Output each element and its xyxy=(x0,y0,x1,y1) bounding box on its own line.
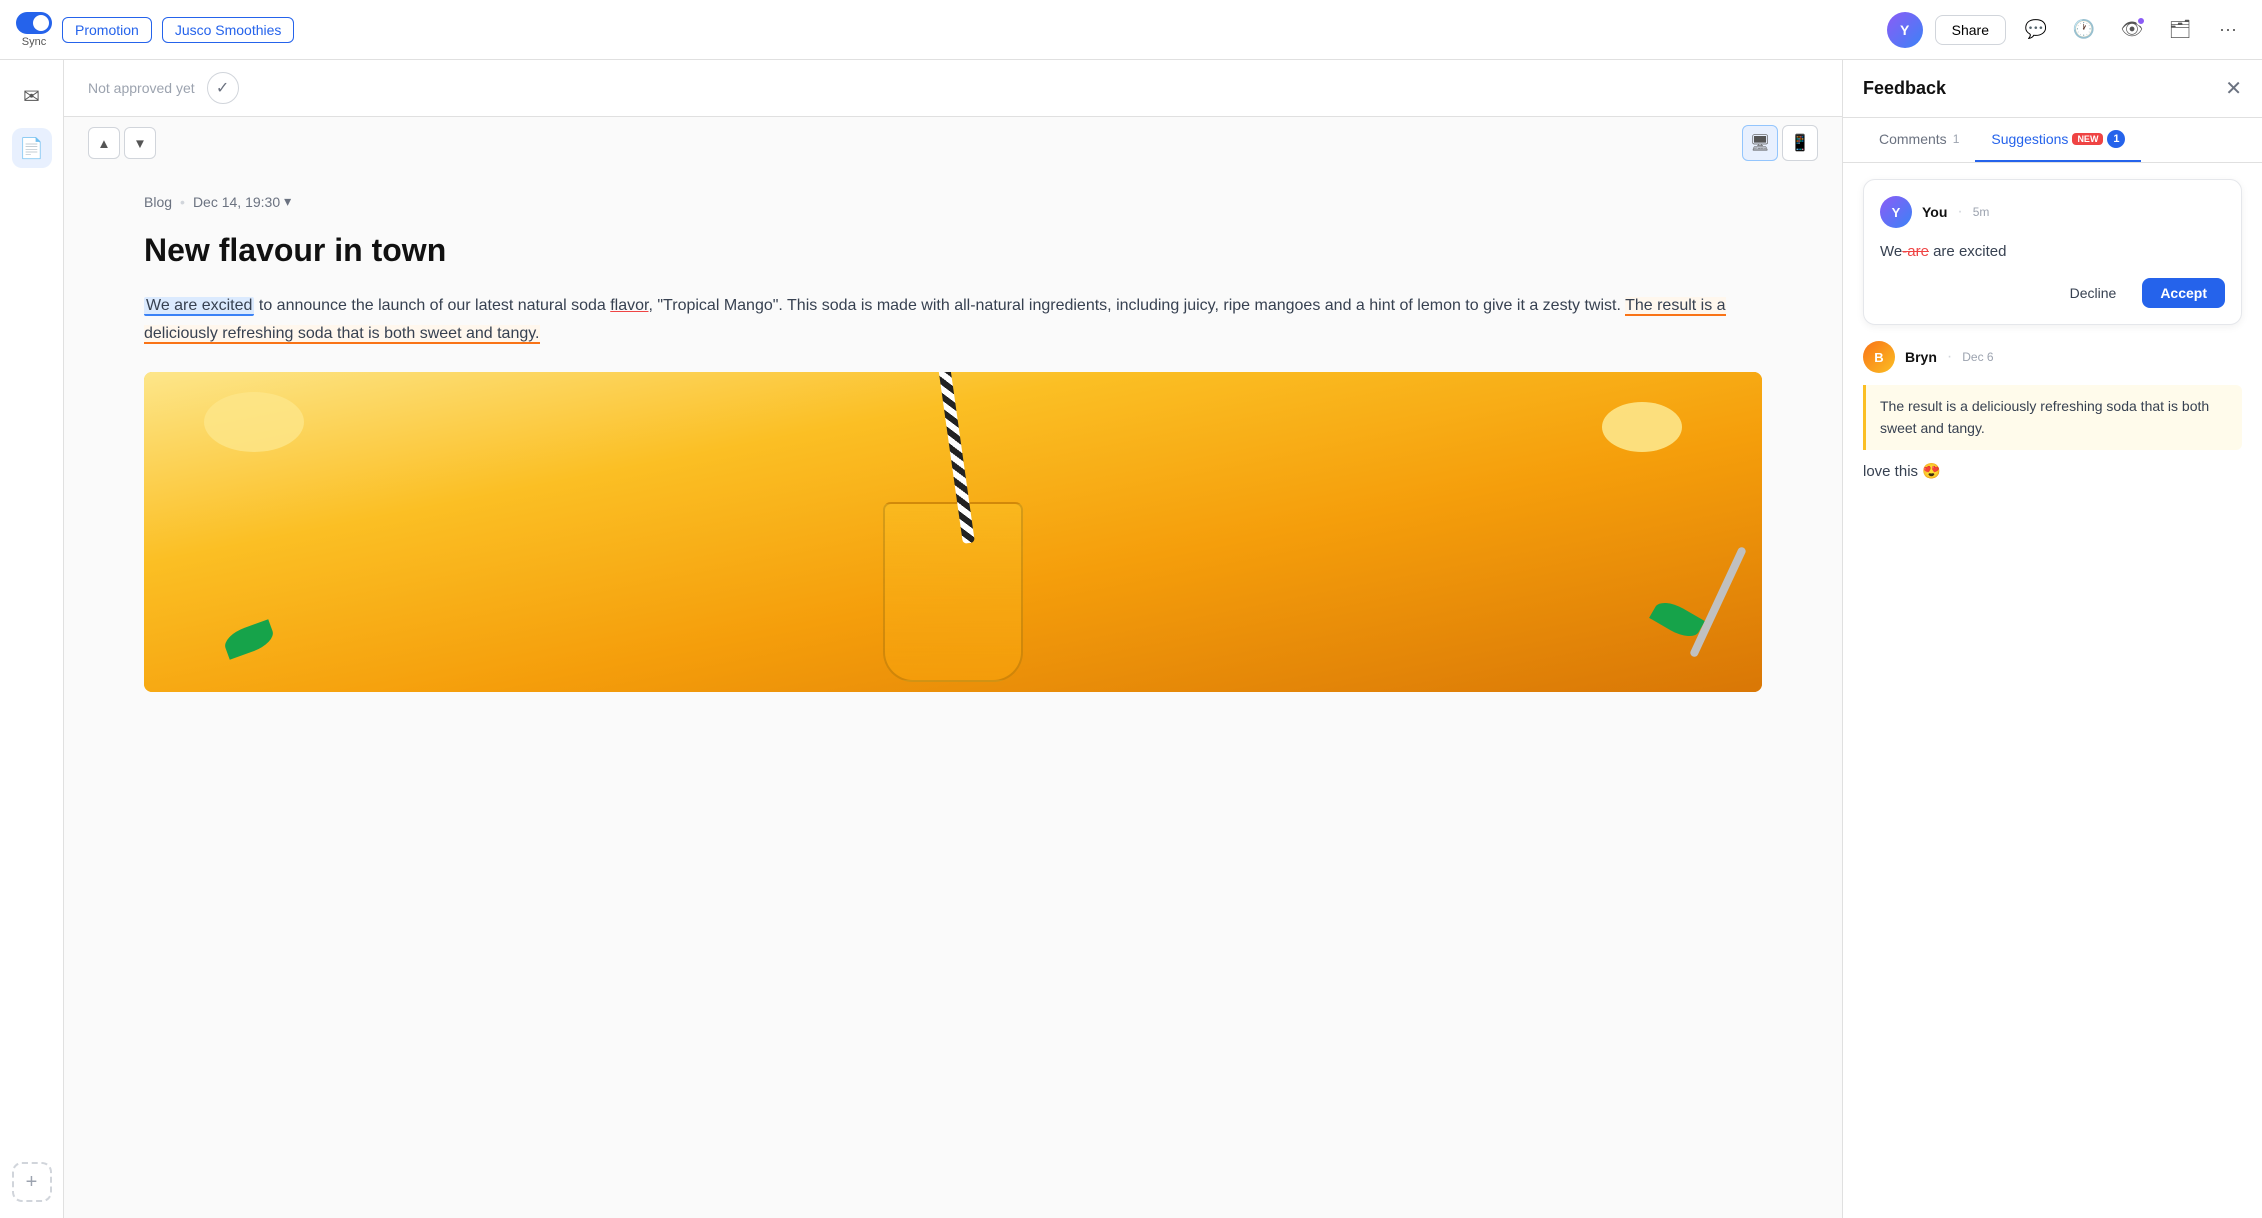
mango-slice-left xyxy=(204,392,304,452)
comment-icon[interactable]: 💬 xyxy=(2018,12,2054,48)
tab-comments-count: 1 xyxy=(1953,132,1960,146)
accept-button[interactable]: Accept xyxy=(2142,278,2225,308)
not-approved-label: Not approved yet xyxy=(88,80,195,96)
feedback-tabs: Comments 1 Suggestions NEW 1 xyxy=(1843,118,2262,163)
mango-illustration xyxy=(144,372,1762,692)
sync-label: Sync xyxy=(22,36,46,48)
blog-meta: Blog • Dec 14, 19:30 ▾ xyxy=(144,193,1762,210)
suggestion-text: We-are are excited xyxy=(1880,240,2225,264)
editor-scroll: Blog • Dec 14, 19:30 ▾ New flavour in to… xyxy=(64,169,1842,1218)
archive-icon[interactable]: 🗂 xyxy=(2162,12,2198,48)
spoon xyxy=(1689,546,1747,658)
approve-button[interactable]: ✓ xyxy=(207,72,239,104)
approval-bar: Not approved yet ✓ xyxy=(64,60,1842,117)
sync-toggle[interactable] xyxy=(16,12,52,34)
dropdown-chevron: ▾ xyxy=(284,193,291,210)
comment-quoted-text: The result is a deliciously refreshing s… xyxy=(1863,385,2242,450)
feedback-content: Y You · 5m We-are are excited Decline Ac… xyxy=(1843,163,2262,1218)
project-tag[interactable]: Jusco Smoothies xyxy=(162,17,295,43)
leaf-left xyxy=(221,619,277,660)
highlighted-text: We are excited xyxy=(144,297,254,316)
user-avatar[interactable]: Y xyxy=(1887,12,1923,48)
decline-button[interactable]: Decline xyxy=(2054,278,2133,308)
suggestion-user-name: You xyxy=(1922,204,1947,220)
content-area: Not approved yet ✓ ▲ ▼ 🖥 📱 Blog • Dec 14… xyxy=(64,60,1842,1218)
underlined-word: flavor xyxy=(610,297,648,314)
blog-intro-text: to announce the launch of our latest nat… xyxy=(144,297,1726,344)
suggestion-original: We xyxy=(1880,243,1902,260)
share-button[interactable]: Share xyxy=(1935,15,2006,45)
comment-header: B Bryn · Dec 6 xyxy=(1863,341,2242,373)
suggestion-card-header: Y You · 5m xyxy=(1880,196,2225,228)
blog-date: Dec 14, 19:30 xyxy=(193,194,280,210)
leaf-right xyxy=(1649,596,1705,643)
nav-down-button[interactable]: ▼ xyxy=(124,127,156,159)
straw xyxy=(935,372,975,544)
suggestion-replacement: are excited xyxy=(1933,243,2006,260)
suggestion-time: 5m xyxy=(1973,205,1990,219)
sidebar-add-button[interactable]: + xyxy=(12,1162,52,1202)
nav-up-button[interactable]: ▲ xyxy=(88,127,120,159)
topbar: Sync Promotion Jusco Smoothies Y Share 💬… xyxy=(0,0,2262,60)
blog-body: We are excited to announce the launch of… xyxy=(144,292,1762,348)
tab-comments-label: Comments xyxy=(1879,131,1947,147)
toggle-knob xyxy=(33,15,49,31)
mobile-view-button[interactable]: 📱 xyxy=(1782,125,1818,161)
topbar-right: Y Share 💬 🕐 👁 🗂 ··· xyxy=(1887,12,2246,48)
toolbar-nav: ▲ ▼ xyxy=(88,127,156,159)
feedback-header: Feedback ✕ xyxy=(1843,60,2262,118)
new-badge: NEW xyxy=(2072,133,2103,145)
tab-suggestions-new: Suggestions NEW 1 xyxy=(1991,130,2125,148)
promotion-tag[interactable]: Promotion xyxy=(62,17,152,43)
suggestion-strikethrough: -are xyxy=(1902,243,1929,260)
notification-dot xyxy=(2136,16,2146,26)
blog-image xyxy=(144,372,1762,692)
comment-card: B Bryn · Dec 6 The result is a delicious… xyxy=(1863,341,2242,480)
tab-suggestions-label: Suggestions xyxy=(1991,131,2068,147)
sync-section: Sync xyxy=(16,12,52,48)
feedback-title: Feedback xyxy=(1863,78,1946,99)
view-toggles: 🖥 📱 xyxy=(1742,125,1818,161)
blog-date-dropdown[interactable]: Dec 14, 19:30 ▾ xyxy=(193,193,291,210)
tab-suggestions[interactable]: Suggestions NEW 1 xyxy=(1975,118,2141,162)
suggestion-card-actions: Decline Accept xyxy=(1880,278,2225,308)
blog-title: New flavour in town xyxy=(144,230,1762,272)
comment-date: Dec 6 xyxy=(1962,350,1993,364)
feedback-panel: Feedback ✕ Comments 1 Suggestions NEW 1 xyxy=(1842,60,2262,1218)
desktop-view-button[interactable]: 🖥 xyxy=(1742,125,1778,161)
quoted-segment-text: The result is a deliciously refreshing s… xyxy=(144,297,1726,344)
close-feedback-button[interactable]: ✕ xyxy=(2225,76,2242,101)
editor-toolbar: ▲ ▼ 🖥 📱 xyxy=(64,117,1842,169)
mango-slice-right xyxy=(1602,402,1682,452)
blog-source: Blog xyxy=(144,194,172,210)
tab-comments[interactable]: Comments 1 xyxy=(1863,119,1975,161)
sidebar-item-mail[interactable]: ✉ xyxy=(12,76,52,116)
sidebar-item-document[interactable]: 📄 xyxy=(12,128,52,168)
comment-user-name: Bryn xyxy=(1905,349,1937,365)
glass-shape xyxy=(883,502,1023,682)
comment-user-avatar: B xyxy=(1863,341,1895,373)
views-icon[interactable]: 👁 xyxy=(2114,12,2150,48)
suggestion-user-avatar: Y xyxy=(1880,196,1912,228)
topbar-left: Sync Promotion Jusco Smoothies xyxy=(16,12,294,48)
suggestion-card: Y You · 5m We-are are excited Decline Ac… xyxy=(1863,179,2242,325)
more-options-icon[interactable]: ··· xyxy=(2210,12,2246,48)
comment-body: love this 😍 xyxy=(1863,462,2242,480)
sidebar: ✉ 📄 + xyxy=(0,60,64,1218)
history-icon[interactable]: 🕐 xyxy=(2066,12,2102,48)
main-area: ✉ 📄 + Not approved yet ✓ ▲ ▼ 🖥 📱 Blog • xyxy=(0,60,2262,1218)
tab-suggestions-count: 1 xyxy=(2107,130,2125,148)
